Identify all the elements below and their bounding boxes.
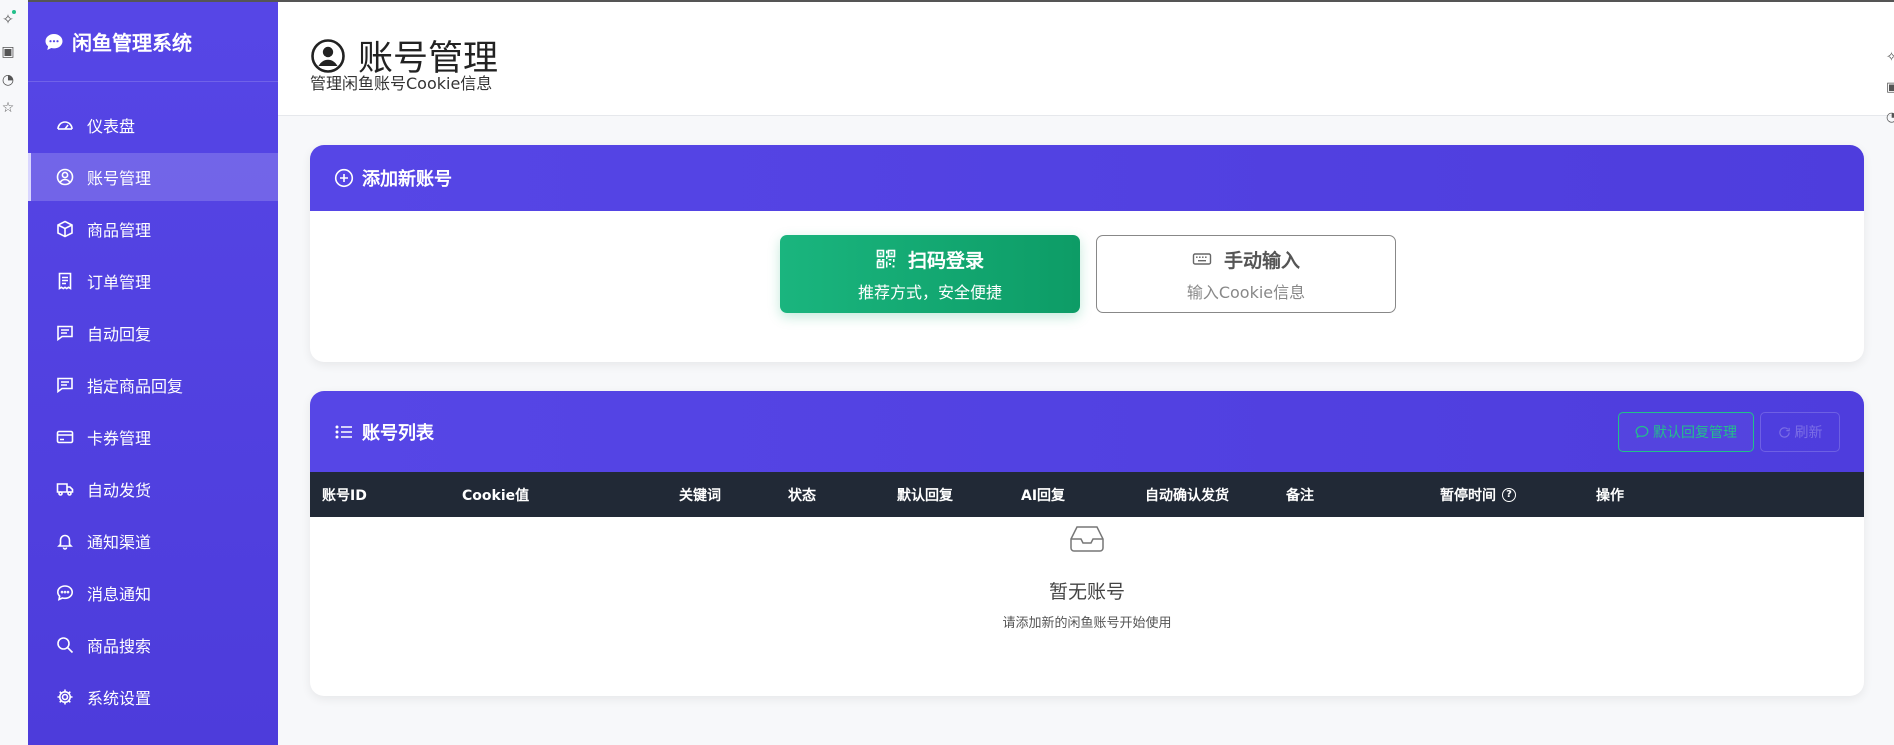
chat-dots-icon xyxy=(56,584,74,602)
account-list-title: 账号列表 xyxy=(362,422,434,444)
column-header-actions[interactable]: 操作 xyxy=(1596,472,1624,517)
brand[interactable]: 闲鱼管理系统 xyxy=(28,2,278,82)
sparkle-icon[interactable]: ✧ xyxy=(0,12,16,28)
user-circle-icon xyxy=(56,168,74,186)
account-list-card: 账号列表 默认回复管理 刷新 账号ID Cookie值 关键词 状态 默认回复 … xyxy=(310,391,1864,696)
browser-left-strip: ✧ ▣ ◔ ☆ xyxy=(0,0,28,745)
sidebar-item-label: 卡券管理 xyxy=(87,429,152,448)
refresh-icon xyxy=(1778,426,1790,438)
bell-icon xyxy=(56,532,74,550)
sidebar-item-notify-channels[interactable]: 通知渠道 xyxy=(28,517,278,565)
dashboard-icon xyxy=(56,116,74,134)
column-header-ai-reply[interactable]: AI回复 xyxy=(1021,472,1065,517)
default-reply-label: 默认回复管理 xyxy=(1653,425,1737,441)
chat-dots-icon xyxy=(1635,425,1649,438)
empty-state: 暂无账号 请添加新的闲鱼账号开始使用 xyxy=(310,517,1864,631)
refresh-button[interactable]: 刷新 xyxy=(1760,412,1840,452)
sidebar-nav: 仪表盘 账号管理 商品管理 订单管理 自动回复 指定商品回复 卡券管理 自动发货… xyxy=(28,101,278,721)
history-icon[interactable]: ◔ xyxy=(1886,110,1894,140)
keyboard-icon xyxy=(1192,253,1212,265)
plus-circle-icon xyxy=(334,168,354,188)
table-header: 账号ID Cookie值 关键词 状态 默认回复 AI回复 自动确认发货 备注 … xyxy=(310,472,1864,517)
sidebar-item-label: 自动发货 xyxy=(87,481,152,500)
sidebar-item-product-search[interactable]: 商品搜索 xyxy=(28,621,278,669)
chat-square-icon xyxy=(56,324,74,342)
qr-code-icon xyxy=(876,249,896,269)
truck-icon xyxy=(56,480,74,498)
column-header-auto-confirm[interactable]: 自动确认发货 xyxy=(1145,472,1229,517)
sidebar-item-auto-reply[interactable]: 自动回复 xyxy=(28,309,278,357)
app-title: 闲鱼管理系统 xyxy=(72,31,192,55)
history-icon[interactable]: ◔ xyxy=(0,72,16,88)
star-icon[interactable]: ☆ xyxy=(0,100,16,116)
save-icon[interactable]: ▣ xyxy=(1886,80,1894,110)
sidebar-item-auto-delivery[interactable]: 自动发货 xyxy=(28,465,278,513)
column-header-pause-time[interactable]: 暂停时间 ? xyxy=(1440,472,1516,517)
sidebar-item-label: 商品搜索 xyxy=(87,637,152,656)
browser-right-strip: ✧ ▣ ◔ xyxy=(1886,50,1894,140)
login-options: 扫码登录 推荐方式，安全便捷 手动输入 输入Cookie信息 xyxy=(780,235,1396,313)
sidebar: 闲鱼管理系统 仪表盘 账号管理 商品管理 订单管理 自动回复 指定商品回复 卡券… xyxy=(28,2,278,745)
sidebar-item-orders[interactable]: 订单管理 xyxy=(28,257,278,305)
chat-square-text-icon xyxy=(56,376,74,394)
page-header: 账号管理 管理闲鱼账号Cookie信息 xyxy=(278,2,1894,116)
add-account-card-header: 添加新账号 xyxy=(310,145,1864,211)
sidebar-item-label: 消息通知 xyxy=(87,585,152,604)
save-icon[interactable]: ▣ xyxy=(0,44,16,60)
refresh-label: 刷新 xyxy=(1794,425,1823,441)
list-actions: 默认回复管理 刷新 xyxy=(1618,412,1840,452)
sidebar-item-label: 订单管理 xyxy=(87,273,152,292)
column-header-remark[interactable]: 备注 xyxy=(1286,472,1314,517)
sidebar-item-products[interactable]: 商品管理 xyxy=(28,205,278,253)
add-account-title: 添加新账号 xyxy=(362,169,452,190)
manual-input-subtitle: 输入Cookie信息 xyxy=(1186,282,1306,302)
add-account-card: 添加新账号 扫码登录 推荐方式，安全便捷 手动输入 输入Cookie信息 xyxy=(310,145,1864,362)
sparkle-icon[interactable]: ✧ xyxy=(1886,50,1894,80)
list-icon xyxy=(335,425,352,439)
chat-bubble-icon xyxy=(45,33,63,50)
sidebar-item-label: 自动回复 xyxy=(87,325,152,344)
credit-card-icon xyxy=(56,428,74,446)
search-icon xyxy=(56,636,74,654)
sidebar-item-label: 指定商品回复 xyxy=(87,377,184,396)
question-circle-icon[interactable]: ? xyxy=(1502,487,1516,502)
page-subtitle: 管理闲鱼账号Cookie信息 xyxy=(310,74,493,93)
column-header-keywords[interactable]: 关键词 xyxy=(679,472,721,517)
manual-input-title: 手动输入 xyxy=(1223,249,1300,272)
sidebar-item-settings[interactable]: 系统设置 xyxy=(28,673,278,721)
box-icon xyxy=(56,220,74,238)
sidebar-item-label: 商品管理 xyxy=(87,221,152,240)
qr-login-button[interactable]: 扫码登录 推荐方式，安全便捷 xyxy=(780,235,1080,313)
sidebar-item-label: 仪表盘 xyxy=(87,117,136,136)
column-header-status[interactable]: 状态 xyxy=(788,472,816,517)
gear-icon xyxy=(56,688,74,706)
qr-login-subtitle: 推荐方式，安全便捷 xyxy=(857,282,1002,302)
account-list-card-header: 账号列表 默认回复管理 刷新 xyxy=(310,391,1864,472)
default-reply-button[interactable]: 默认回复管理 xyxy=(1618,412,1754,452)
sidebar-item-product-reply[interactable]: 指定商品回复 xyxy=(28,361,278,409)
sidebar-item-label: 系统设置 xyxy=(87,689,152,708)
column-header-cookie[interactable]: Cookie值 xyxy=(462,472,529,517)
sidebar-item-label: 账号管理 xyxy=(87,169,152,188)
inbox-icon xyxy=(1070,526,1104,552)
receipt-icon xyxy=(56,272,74,290)
empty-state-subtitle: 请添加新的闲鱼账号开始使用 xyxy=(1002,616,1172,631)
pause-time-label: 暂停时间 xyxy=(1440,487,1496,504)
user-circle-icon xyxy=(311,38,345,73)
column-header-default-reply[interactable]: 默认回复 xyxy=(897,472,953,517)
column-header-account-id[interactable]: 账号ID xyxy=(322,472,367,517)
sidebar-item-dashboard[interactable]: 仪表盘 xyxy=(28,101,278,149)
manual-input-button[interactable]: 手动输入 输入Cookie信息 xyxy=(1096,235,1396,313)
empty-state-title: 暂无账号 xyxy=(1048,581,1125,603)
qr-login-title: 扫码登录 xyxy=(907,249,984,272)
sidebar-item-accounts[interactable]: 账号管理 xyxy=(28,153,278,201)
sidebar-item-label: 通知渠道 xyxy=(87,533,152,552)
sidebar-item-messages[interactable]: 消息通知 xyxy=(28,569,278,617)
sidebar-item-cards[interactable]: 卡券管理 xyxy=(28,413,278,461)
